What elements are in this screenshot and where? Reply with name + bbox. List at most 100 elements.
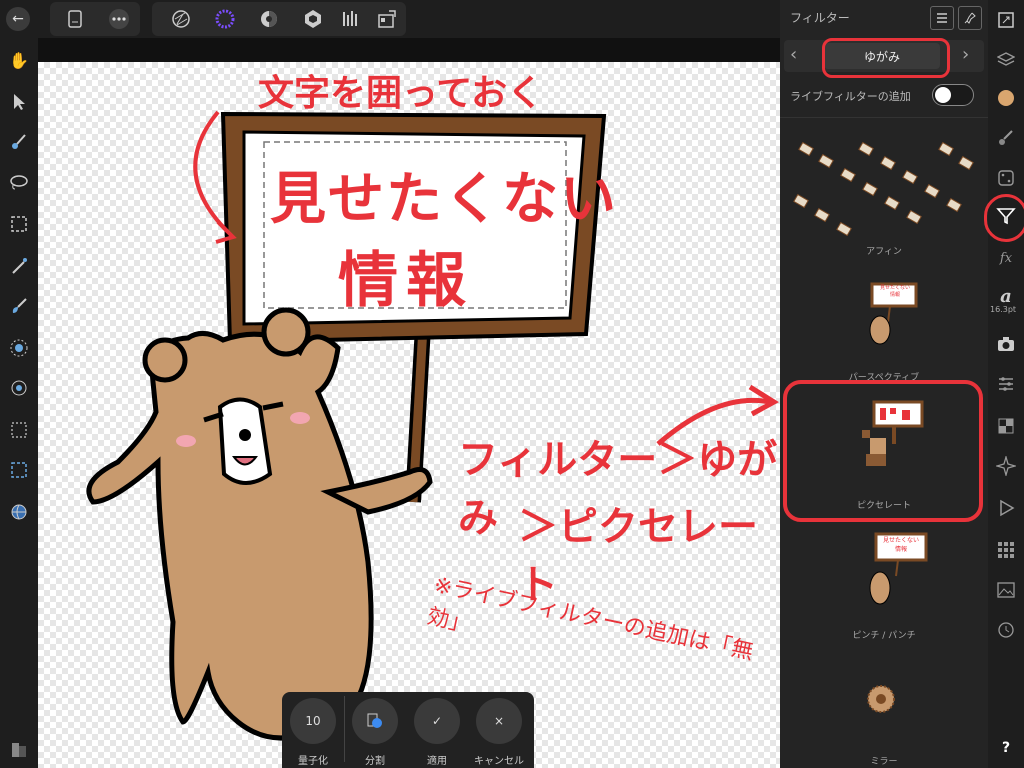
develop-icon: [261, 11, 277, 27]
filter-affine-thumb[interactable]: [790, 135, 980, 243]
filter-perspective-thumb[interactable]: 見せたくない 情報: [860, 282, 920, 352]
live-filter-label: ライブフィルターの追加: [790, 90, 911, 103]
adjustments-button[interactable]: [994, 372, 1018, 396]
brush-tool[interactable]: [7, 130, 31, 154]
left-toolbar: ✋: [0, 38, 38, 768]
filter-affine-label: アフィン: [866, 247, 902, 257]
highlight-category: [822, 38, 950, 78]
rect-select-tool[interactable]: [7, 418, 31, 442]
globe-tool[interactable]: [7, 500, 31, 524]
pin-icon: [964, 12, 976, 24]
dice-icon: [998, 170, 1014, 186]
dodge-tool[interactable]: [7, 336, 31, 360]
export-icon: [378, 10, 396, 28]
stock-button[interactable]: [994, 166, 1018, 190]
highlight-filters-icon: [984, 194, 1024, 242]
panel-separator: [780, 117, 988, 118]
aperture-icon: [172, 10, 190, 28]
brushes-button[interactable]: [994, 126, 1018, 150]
more-button[interactable]: [106, 6, 132, 32]
color-swatch[interactable]: [7, 738, 31, 762]
paint-brush-tool[interactable]: [7, 294, 31, 318]
highlight-pixelate: [783, 380, 983, 522]
navigator-icon: [998, 12, 1014, 28]
macro-button[interactable]: [994, 496, 1018, 520]
panel-title: フィルター: [790, 11, 850, 25]
prev-category-button[interactable]: ‹: [790, 44, 797, 65]
font-size-readout: 16.3pt: [990, 305, 1017, 314]
move-tool[interactable]: [7, 90, 31, 114]
top-toolbar: ←: [0, 0, 780, 38]
history-button[interactable]: [994, 618, 1018, 642]
document-button[interactable]: [62, 6, 88, 32]
mirror-preview: [867, 685, 895, 713]
crop-select-tool[interactable]: [7, 458, 31, 482]
swatch-icon: [12, 743, 26, 757]
fx-button[interactable]: fx: [994, 246, 1018, 270]
help-icon: ?: [1001, 740, 1011, 756]
pin-panel-button[interactable]: [958, 6, 982, 30]
photo-persona-button[interactable]: [168, 6, 194, 32]
lasso-tool[interactable]: [7, 170, 31, 194]
layers-button[interactable]: [994, 48, 1018, 72]
next-category-button[interactable]: ›: [962, 44, 969, 65]
camera-button[interactable]: [994, 332, 1018, 356]
grid-icon: [998, 542, 1014, 558]
quantize-label: 量子化: [298, 756, 328, 767]
transform-button[interactable]: [994, 454, 1018, 478]
document-canvas[interactable]: 文字を囲っておく 見せたくない 情報 フィルター＞ゆがみ ＞ピクセレート ※ライ…: [38, 62, 780, 768]
navigator-button[interactable]: [994, 8, 1018, 32]
image-button[interactable]: [994, 578, 1018, 602]
export-persona-button[interactable]: [374, 6, 400, 32]
hand-icon: ✋: [9, 50, 29, 70]
channels-button[interactable]: [994, 414, 1018, 438]
pinch-mini-sign: 見せたくない 情報: [882, 537, 919, 553]
clock-icon: [998, 622, 1014, 638]
chevron-right-icon: ›: [962, 44, 970, 65]
histogram-button[interactable]: [338, 6, 364, 32]
star-compass-icon: [996, 456, 1016, 476]
filter-mirror-label: ミラー: [870, 757, 898, 767]
split-view-icon: [367, 713, 382, 728]
clone-tool[interactable]: [7, 376, 31, 400]
wand-icon: [12, 258, 27, 274]
cancel-button[interactable]: ×: [476, 698, 522, 744]
live-filter-toggle[interactable]: [932, 84, 974, 106]
document-icon: [68, 10, 82, 28]
rect-blue-dashed-icon: [11, 462, 27, 478]
view-tool[interactable]: ✋: [7, 48, 31, 72]
cancel-label: キャンセル: [474, 756, 524, 767]
tone-map-persona-button[interactable]: [300, 6, 326, 32]
help-button[interactable]: ?: [994, 736, 1018, 760]
close-icon: ×: [493, 714, 505, 728]
studio-iconbar: fx a 16.3pt ?: [984, 0, 1024, 768]
histogram-icon: [343, 11, 357, 26]
image-icon: [997, 582, 1015, 598]
quantize-dial[interactable]: 10: [290, 698, 336, 744]
split-button[interactable]: [352, 698, 398, 744]
grid-button[interactable]: [994, 538, 1018, 562]
panel-menu-button[interactable]: [930, 6, 954, 30]
color-button[interactable]: [994, 86, 1018, 110]
marquee-tool[interactable]: [7, 212, 31, 236]
apply-button[interactable]: ✓: [414, 698, 460, 744]
context-strip: [38, 38, 780, 62]
liquify-persona-button[interactable]: [212, 6, 238, 32]
globe-icon: [11, 504, 27, 520]
back-button[interactable]: ←: [6, 7, 30, 31]
split-label: 分割: [365, 756, 385, 767]
back-arrow-icon: ←: [12, 11, 24, 27]
toggle-knob: [935, 87, 951, 103]
more-dots-icon: [109, 9, 129, 29]
document-tools-group: [50, 2, 140, 36]
filter-dialog: 10 量子化 分割 ✓ 適用 × キャンセル: [282, 692, 534, 768]
rect-dashed-icon: [11, 422, 27, 438]
brush-icon: [12, 134, 26, 149]
filter-mirror-thumb[interactable]: [866, 684, 896, 714]
develop-persona-button[interactable]: [256, 6, 282, 32]
perspective-mini-sign: 見せたくない 情報: [879, 285, 910, 298]
selection-brush-tool[interactable]: [7, 254, 31, 278]
liquify-ring-icon: [215, 9, 235, 29]
filter-pinch-label: ピンチ / パンチ: [852, 631, 916, 641]
filter-pinch-thumb[interactable]: 見せたくない 情報: [862, 530, 932, 610]
